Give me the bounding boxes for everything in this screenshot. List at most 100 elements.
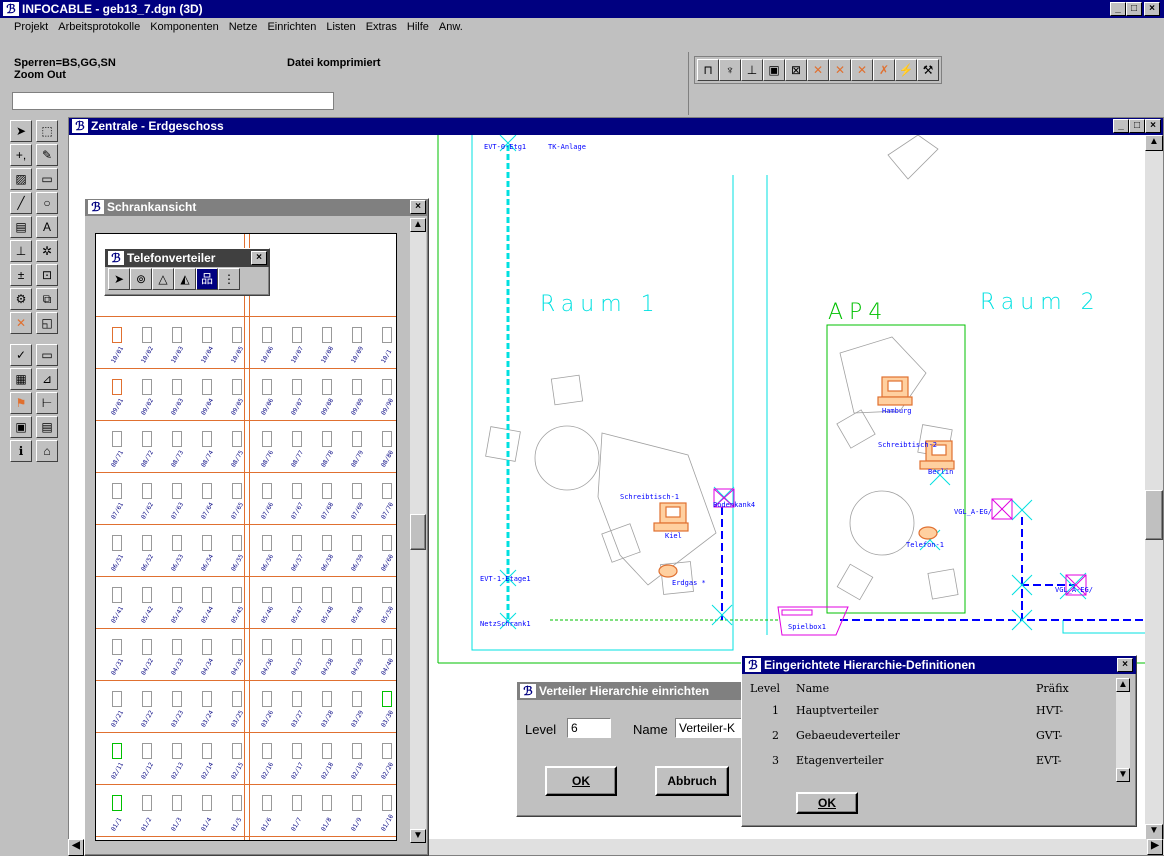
hatch-icon[interactable]: ▨ — [10, 168, 32, 190]
hierarchie-close-button[interactable]: × — [1117, 658, 1133, 672]
rack-port[interactable] — [382, 795, 392, 811]
menu-item-3[interactable]: Netze — [229, 21, 258, 33]
rack-port[interactable] — [292, 327, 302, 343]
cross-icon[interactable]: +, — [10, 144, 32, 166]
drawing-minimize-button[interactable]: _ — [1113, 119, 1129, 133]
palette-select-icon[interactable]: ➤ — [108, 268, 130, 290]
hierarchie-row[interactable]: 2 Gebaeudeverteiler GVT- — [750, 723, 1124, 748]
scroll-thumb[interactable] — [1145, 490, 1163, 540]
hierarchie-scroll-up-icon[interactable]: ▲ — [1116, 678, 1130, 692]
rack-port[interactable] — [142, 639, 152, 655]
rack-port[interactable] — [112, 535, 122, 551]
rack-port[interactable] — [232, 587, 242, 603]
network-tool-3-icon[interactable]: ⊥ — [741, 59, 763, 81]
rack-port[interactable] — [352, 691, 362, 707]
verteiler-ok-button[interactable]: OK — [545, 766, 617, 796]
network-tool-9-icon[interactable]: ✗ — [873, 59, 895, 81]
info-icon[interactable]: ℹ — [10, 440, 32, 462]
drawing-close-button[interactable]: × — [1145, 119, 1161, 133]
select-arrow-icon[interactable]: ➤ — [10, 120, 32, 142]
rack-port[interactable] — [322, 327, 332, 343]
rack-port[interactable] — [232, 795, 242, 811]
menu-item-2[interactable]: Komponenten — [150, 21, 219, 33]
dimension-icon[interactable]: ⊥ — [10, 240, 32, 262]
rack-port[interactable] — [322, 431, 332, 447]
rack-port[interactable] — [202, 795, 212, 811]
rack-port[interactable] — [262, 743, 272, 759]
rack-port[interactable] — [292, 379, 302, 395]
rack-port[interactable] — [142, 795, 152, 811]
snap-icon[interactable]: ✲ — [36, 240, 58, 262]
circle-icon[interactable]: ○ — [36, 192, 58, 214]
rack-port[interactable] — [112, 795, 122, 811]
measure-icon[interactable]: ± — [10, 264, 32, 286]
network-tool-5-icon[interactable]: ⊠ — [785, 59, 807, 81]
network-tool-7-icon[interactable]: ✕ — [829, 59, 851, 81]
rack-port[interactable] — [382, 691, 392, 707]
palette-triangle-a-icon[interactable]: ◭ — [174, 268, 196, 290]
palette-phone-icon[interactable]: ⊚ — [130, 268, 152, 290]
rack-port[interactable] — [232, 379, 242, 395]
nav-left-icon[interactable]: ◀ — [68, 839, 84, 856]
rack-port[interactable] — [262, 535, 272, 551]
rack-port[interactable] — [262, 379, 272, 395]
rack-port[interactable] — [202, 587, 212, 603]
rack-port[interactable] — [322, 535, 332, 551]
rectangle-icon[interactable]: ▭ — [36, 168, 58, 190]
rack-port[interactable] — [202, 639, 212, 655]
rack-port[interactable] — [112, 639, 122, 655]
palette-hierarchy-icon[interactable]: 品 — [196, 268, 218, 290]
network-tool-10-icon[interactable]: ⚡ — [895, 59, 917, 81]
door-icon[interactable]: ⌂ — [36, 440, 58, 462]
rack-port[interactable] — [172, 639, 182, 655]
window-icon[interactable]: ▭ — [36, 344, 58, 366]
rack-port[interactable] — [322, 691, 332, 707]
bind-icon[interactable]: ⊢ — [36, 392, 58, 414]
rack-port[interactable] — [142, 379, 152, 395]
rack-port[interactable] — [322, 743, 332, 759]
drawing-vscroll[interactable]: ▲ ▼ — [1145, 135, 1163, 840]
menu-item-0[interactable]: Projekt — [14, 21, 48, 33]
menu-item-5[interactable]: Listen — [326, 21, 355, 33]
rack-port[interactable] — [382, 431, 392, 447]
rack-port[interactable] — [172, 743, 182, 759]
rack-port[interactable] — [172, 431, 182, 447]
rack-port[interactable] — [262, 587, 272, 603]
check-icon[interactable]: ✓ — [10, 344, 32, 366]
palette-triangle-icon[interactable]: △ — [152, 268, 174, 290]
menu-item-8[interactable]: Anw. — [439, 21, 463, 33]
rack-port[interactable] — [382, 535, 392, 551]
schrank-close-button[interactable]: × — [410, 200, 426, 214]
rack-port[interactable] — [142, 535, 152, 551]
rack-port[interactable] — [112, 483, 122, 499]
rack-port[interactable] — [202, 483, 212, 499]
rack-port[interactable] — [262, 691, 272, 707]
network-tool-2-icon[interactable]: ♆ — [719, 59, 741, 81]
rack-port[interactable] — [232, 431, 242, 447]
rack-port[interactable] — [142, 691, 152, 707]
chart-icon[interactable]: ⊿ — [36, 368, 58, 390]
rack-port[interactable] — [352, 483, 362, 499]
route-icon[interactable]: ⚑ — [10, 392, 32, 414]
rack-port[interactable] — [292, 431, 302, 447]
keyboard-icon[interactable]: ▦ — [10, 368, 32, 390]
rack-port[interactable] — [202, 379, 212, 395]
schrank-scroll-up-icon[interactable]: ▲ — [410, 218, 426, 232]
rack-port[interactable] — [172, 587, 182, 603]
rack-port[interactable] — [382, 483, 392, 499]
rack-port[interactable] — [292, 795, 302, 811]
rack-port[interactable] — [112, 587, 122, 603]
rack-port[interactable] — [292, 587, 302, 603]
image-icon[interactable]: ▣ — [10, 416, 32, 438]
rack-port[interactable] — [112, 379, 122, 395]
schrank-vscroll[interactable]: ▲ ▼ — [410, 218, 426, 843]
rack-port[interactable] — [202, 535, 212, 551]
network-tool-4-icon[interactable]: ▣ — [763, 59, 785, 81]
rack-port[interactable] — [232, 535, 242, 551]
rack-port[interactable] — [172, 327, 182, 343]
rack-port[interactable] — [322, 639, 332, 655]
select-box-icon[interactable]: ⬚ — [36, 120, 58, 142]
hierarchie-scroll-down-icon[interactable]: ▼ — [1116, 768, 1130, 782]
telefon-close-button[interactable]: × — [251, 251, 267, 265]
schrank-scroll-down-icon[interactable]: ▼ — [410, 829, 426, 843]
